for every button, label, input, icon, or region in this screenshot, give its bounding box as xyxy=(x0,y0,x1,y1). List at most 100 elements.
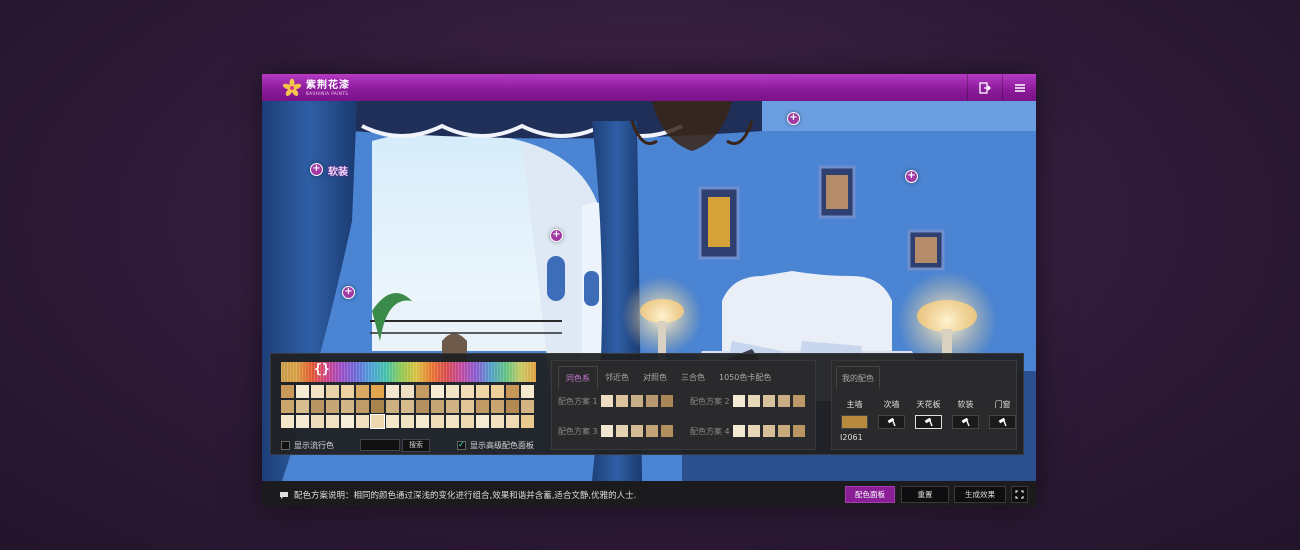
bauhinia-logo-icon xyxy=(282,78,302,96)
palette-swatch[interactable] xyxy=(296,400,309,413)
palette-swatch[interactable] xyxy=(326,400,339,413)
scheme-item-2[interactable]: 配色方案 2 xyxy=(690,395,805,407)
palette-swatch[interactable] xyxy=(461,400,474,413)
search-button[interactable]: 搜索 xyxy=(402,439,430,452)
hotspot-main-wall[interactable]: + xyxy=(905,170,918,183)
palette-swatch[interactable] xyxy=(281,415,294,428)
surface-secondary-wall[interactable]: 次墙 xyxy=(873,399,910,429)
reset-button[interactable]: 重置 xyxy=(901,486,949,503)
palette-swatch[interactable] xyxy=(296,385,309,398)
tab-triad[interactable]: 三合色 xyxy=(674,366,712,389)
hotspot-ceiling[interactable]: + xyxy=(787,112,800,125)
scheme-swatch xyxy=(646,395,658,407)
palette-swatch[interactable] xyxy=(431,415,444,428)
palette-swatch[interactable] xyxy=(491,400,504,413)
hotspot-soft-furnishing[interactable]: + xyxy=(310,163,323,176)
scheme-swatch xyxy=(616,395,628,407)
palette-swatch[interactable] xyxy=(371,385,384,398)
surface-ceiling[interactable]: 天花板 xyxy=(910,399,947,429)
palette-swatch[interactable] xyxy=(311,415,324,428)
palette-swatch[interactable] xyxy=(311,400,324,413)
palette-swatch[interactable] xyxy=(386,415,399,428)
palette-swatch[interactable] xyxy=(506,400,519,413)
palette-swatch[interactable] xyxy=(521,415,534,428)
tab-contrast[interactable]: 对照色 xyxy=(636,366,674,389)
palette-swatch[interactable] xyxy=(491,385,504,398)
tab-my-scheme[interactable]: 我的配色 xyxy=(836,366,880,389)
show-advanced-checkbox[interactable] xyxy=(457,440,466,450)
palette-swatch[interactable] xyxy=(446,415,459,428)
color-panel: {} 显示流行色 搜索 显示高级配色面板 同色系 邻近色 对照色 三合色 xyxy=(270,353,1024,455)
palette-swatch[interactable] xyxy=(476,400,489,413)
palette-swatch[interactable] xyxy=(296,415,309,428)
color-palette: {} 显示流行色 搜索 显示高级配色面板 xyxy=(281,362,536,452)
palette-swatch[interactable] xyxy=(386,385,399,398)
main-wall-color-swatch[interactable] xyxy=(841,415,868,429)
search-input[interactable] xyxy=(360,439,400,451)
palette-swatch[interactable] xyxy=(461,415,474,428)
palette-swatch[interactable] xyxy=(401,415,414,428)
palette-swatch[interactable] xyxy=(326,415,339,428)
palette-swatch[interactable] xyxy=(341,415,354,428)
palette-swatch[interactable] xyxy=(506,415,519,428)
surface-swatch[interactable] xyxy=(952,415,979,429)
palette-swatch[interactable] xyxy=(311,385,324,398)
palette-swatch[interactable] xyxy=(401,385,414,398)
scheme-item-4[interactable]: 配色方案 4 xyxy=(690,425,805,437)
palette-swatch[interactable] xyxy=(476,385,489,398)
palette-swatch[interactable] xyxy=(371,400,384,413)
palette-swatch[interactable] xyxy=(401,400,414,413)
palette-swatch[interactable] xyxy=(416,385,429,398)
tab-1050-card[interactable]: 1050色卡配色 xyxy=(712,366,778,389)
palette-swatch[interactable] xyxy=(431,385,444,398)
palette-swatch[interactable] xyxy=(446,385,459,398)
palette-swatch[interactable] xyxy=(521,385,534,398)
palette-swatch[interactable] xyxy=(416,400,429,413)
fullscreen-button[interactable] xyxy=(1011,486,1028,503)
surface-main-wall[interactable]: 主墙 xyxy=(836,399,873,429)
palette-swatch[interactable] xyxy=(341,400,354,413)
palette-swatch[interactable] xyxy=(281,385,294,398)
surface-swatch[interactable] xyxy=(915,415,942,429)
surface-doors-windows[interactable]: 门窗 xyxy=(984,399,1021,429)
scheme-tabs: 同色系 邻近色 对照色 三合色 1050色卡配色 xyxy=(558,366,778,389)
spectrum-handle[interactable]: {} xyxy=(314,362,330,377)
scheme-swatch xyxy=(631,395,643,407)
scheme-item-1[interactable]: 配色方案 1 xyxy=(558,395,673,407)
palette-swatch[interactable] xyxy=(356,415,369,428)
palette-swatch[interactable] xyxy=(416,415,429,428)
palette-swatch[interactable] xyxy=(476,415,489,428)
scheme-item-3[interactable]: 配色方案 3 xyxy=(558,425,673,437)
palette-swatch[interactable] xyxy=(491,415,504,428)
scheme-name: 配色方案 4 xyxy=(690,426,730,436)
palette-swatch[interactable] xyxy=(521,400,534,413)
surface-swatch[interactable] xyxy=(989,415,1016,429)
hotspot-secondary-wall[interactable]: + xyxy=(550,229,563,242)
palette-swatch[interactable] xyxy=(386,400,399,413)
palette-swatch[interactable] xyxy=(326,385,339,398)
scheme-description: 配色方案说明：相同的颜色通过深浅的变化进行组合,效果和谐并含蓄,适合文静,优雅的… xyxy=(279,489,636,501)
surface-label: 软装 xyxy=(957,400,974,409)
exit-button[interactable] xyxy=(967,74,1001,101)
hotspot-curtain[interactable]: + xyxy=(342,286,355,299)
palette-swatch[interactable] xyxy=(281,400,294,413)
palette-swatch[interactable] xyxy=(341,385,354,398)
menu-button[interactable] xyxy=(1002,74,1036,101)
palette-swatch[interactable] xyxy=(506,385,519,398)
palette-swatch[interactable] xyxy=(461,385,474,398)
palette-panel-button[interactable]: 配色面板 xyxy=(845,486,895,503)
scheme-name: 配色方案 1 xyxy=(558,396,598,406)
surface-swatch[interactable] xyxy=(878,415,905,429)
palette-swatch[interactable] xyxy=(356,385,369,398)
palette-swatch[interactable] xyxy=(446,400,459,413)
hotspot-label[interactable]: 软装 xyxy=(328,163,348,178)
surface-soft-furnishing[interactable]: 软装 xyxy=(947,399,984,429)
palette-swatch[interactable] xyxy=(356,400,369,413)
tab-adjacent[interactable]: 邻近色 xyxy=(598,366,636,389)
tab-same-hue[interactable]: 同色系 xyxy=(558,366,598,389)
room-preview[interactable]: + 软装 + + + + {} 显示流行色 搜索 显示高级配色面板 xyxy=(262,101,1036,481)
generate-effect-button[interactable]: 生成效果 xyxy=(954,486,1006,503)
palette-swatch[interactable] xyxy=(431,400,444,413)
show-trend-checkbox[interactable] xyxy=(281,441,290,450)
palette-swatch[interactable] xyxy=(370,414,385,429)
